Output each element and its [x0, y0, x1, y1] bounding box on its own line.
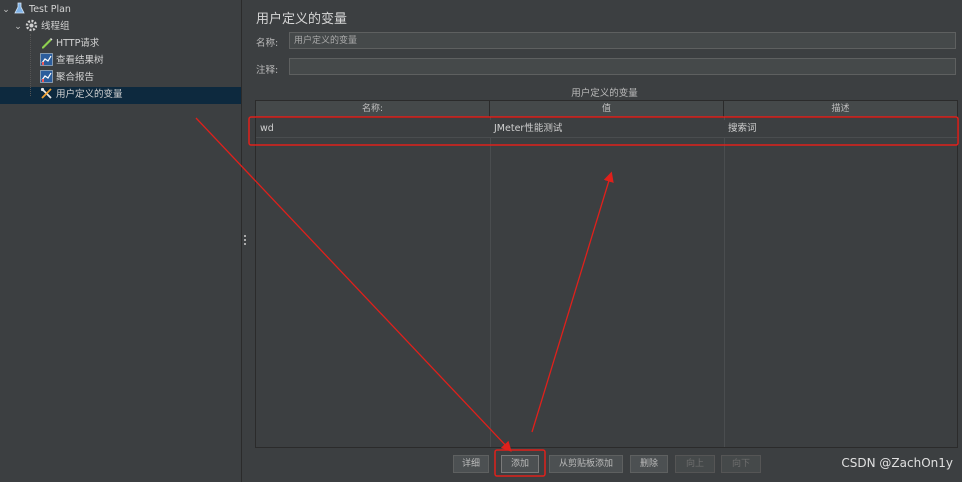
tree-item-thread-group[interactable]: 线程组	[25, 19, 70, 35]
cell-description[interactable]: 搜索词	[724, 120, 956, 137]
name-label: 名称:	[256, 38, 279, 49]
section-title: 用户定义的变量	[571, 88, 638, 99]
comment-field[interactable]	[289, 58, 956, 75]
column-header-description[interactable]: 描述	[724, 101, 957, 117]
tree-item-aggregate-report[interactable]: 聚合报告	[40, 70, 94, 86]
detail-button[interactable]: 详细	[453, 455, 489, 473]
variables-table[interactable]: 名称: 值 描述 wd JMeter性能测试 搜索词	[255, 100, 958, 448]
delete-button[interactable]: 删除	[630, 455, 668, 473]
flask-icon	[13, 2, 26, 15]
tree-item-user-defined-variables[interactable]: 用户定义的变量	[40, 87, 123, 103]
chart-icon	[40, 53, 53, 66]
gear-icon	[25, 19, 38, 32]
table-header: 名称: 值 描述	[256, 101, 957, 118]
column-divider	[724, 117, 725, 447]
chevron-down-icon[interactable]: ⌄	[1, 2, 11, 18]
chart-icon	[40, 70, 53, 83]
add-from-clipboard-button[interactable]: 从剪贴板添加	[549, 455, 623, 473]
cell-value[interactable]: JMeter性能测试	[490, 120, 724, 137]
tree-item-label: 用户定义的变量	[56, 89, 123, 100]
tree-item-label: 聚合报告	[56, 72, 95, 83]
test-plan-tree: ⌄ Test Plan ⌄ 线程组 HTTP请求 查看结果树 聚合报告 用户定义…	[0, 0, 241, 482]
drag-handle-icon	[244, 235, 246, 245]
comment-label: 注释:	[256, 65, 279, 76]
move-down-button[interactable]: 向下	[721, 455, 761, 473]
tree-guide-line	[30, 34, 31, 96]
tree-item-view-results-tree[interactable]: 查看结果树	[40, 53, 104, 69]
column-divider	[490, 117, 491, 447]
tree-item-http-request[interactable]: HTTP请求	[40, 36, 99, 52]
watermark-text: CSDN @ZachOn1y	[841, 456, 953, 470]
tree-item-label: Test Plan	[29, 4, 71, 15]
column-header-value[interactable]: 值	[490, 101, 724, 117]
cell-name[interactable]: wd	[256, 120, 490, 137]
move-up-button[interactable]: 向上	[675, 455, 715, 473]
tree-item-label: HTTP请求	[56, 38, 100, 49]
table-row[interactable]: wd JMeter性能测试 搜索词	[256, 120, 957, 138]
tree-item-test-plan[interactable]: Test Plan	[13, 2, 71, 18]
pen-icon	[40, 36, 53, 49]
column-header-name[interactable]: 名称:	[256, 101, 490, 117]
add-button[interactable]: 添加	[501, 455, 539, 473]
user-defined-variables-panel: 用户定义的变量 名称: 用户定义的变量 注释: 用户定义的变量 名称: 值 描述…	[247, 0, 962, 482]
name-field[interactable]: 用户定义的变量	[289, 32, 956, 49]
tree-item-label: 查看结果树	[56, 55, 104, 66]
tree-item-label: 线程组	[41, 21, 70, 32]
panel-title: 用户定义的变量	[256, 12, 348, 27]
chevron-down-icon[interactable]: ⌄	[13, 19, 23, 35]
tools-icon	[40, 87, 53, 100]
